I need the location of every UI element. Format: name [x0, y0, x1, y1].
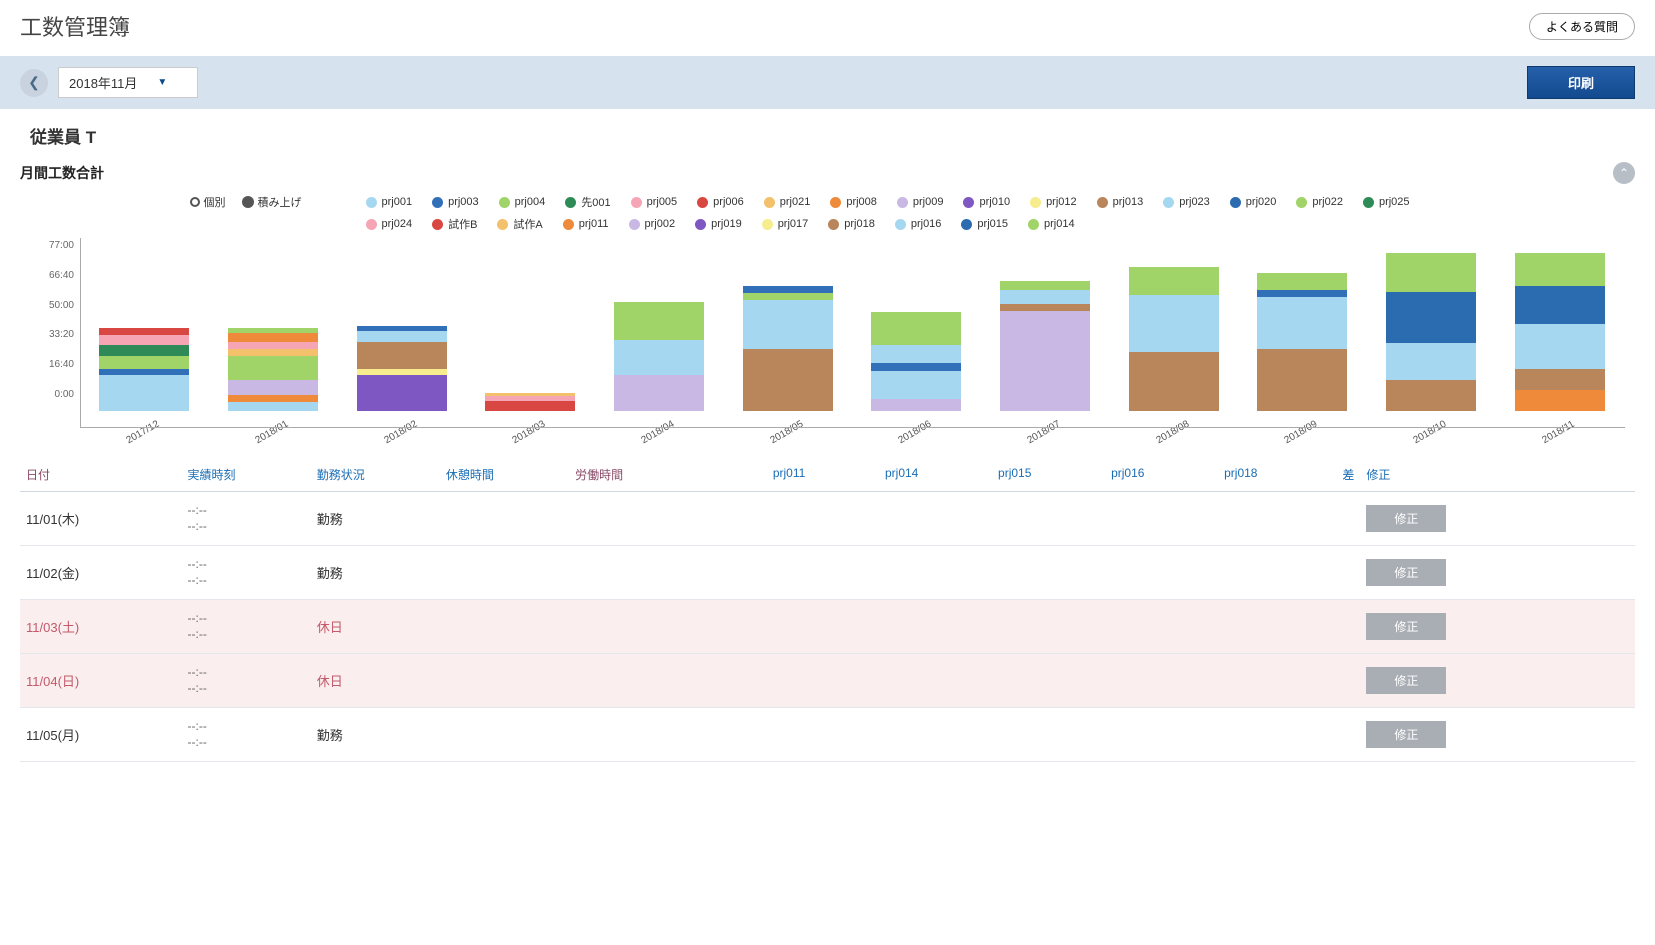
edit-button[interactable]: 修正 — [1366, 505, 1446, 532]
legend-item[interactable]: 試作B — [432, 216, 477, 232]
edit-button[interactable]: 修正 — [1366, 559, 1446, 586]
chart-bar[interactable]: 2018/03 — [475, 393, 586, 428]
chevron-up-icon: ⌃ — [1619, 166, 1629, 180]
legend-item[interactable]: prj006 — [697, 194, 744, 210]
chevron-left-icon: ❮ — [28, 74, 40, 91]
legend-item[interactable]: prj021 — [764, 194, 811, 210]
chart-section-header: 月間工数合計 ⌃ — [0, 154, 1655, 184]
chart-mode-toggle[interactable]: 個別 積み上げ — [190, 194, 302, 210]
legend-item[interactable]: prj017 — [762, 216, 809, 232]
chart-bar[interactable]: 2018/11 — [1504, 253, 1615, 428]
legend-item[interactable]: prj016 — [895, 216, 942, 232]
page-header: 工数管理簿 よくある質問 — [0, 0, 1655, 56]
employee-name: 従業員 T — [0, 109, 1655, 154]
chart-yaxis: 77:0066:4050:0033:2016:400:00 — [30, 238, 80, 428]
legend-item[interactable]: prj002 — [629, 216, 676, 232]
legend-item[interactable]: prj024 — [366, 216, 413, 232]
legend-item[interactable]: prj020 — [1230, 194, 1277, 210]
legend-item[interactable]: prj023 — [1163, 194, 1210, 210]
legend-item[interactable]: prj018 — [828, 216, 875, 232]
table-row: 11/01(木)--:----:--勤務修正 — [20, 492, 1635, 546]
circle-filled-icon — [242, 196, 254, 208]
chart-title: 月間工数合計 — [20, 163, 104, 183]
legend-item[interactable]: prj008 — [830, 194, 877, 210]
chart-bar[interactable]: 2017/12 — [89, 328, 200, 428]
chevron-down-icon: ▼ — [157, 77, 167, 88]
edit-button[interactable]: 修正 — [1366, 667, 1446, 694]
legend-item[interactable]: 先001 — [565, 194, 610, 210]
collapse-chart-button[interactable]: ⌃ — [1613, 162, 1635, 184]
legend-item[interactable]: prj004 — [499, 194, 546, 210]
legend-item[interactable]: prj009 — [897, 194, 944, 210]
table-row: 11/05(月)--:----:--勤務修正 — [20, 708, 1635, 762]
legend-item[interactable]: prj010 — [963, 194, 1010, 210]
table-header: 日付 実績時刻 勤務状況 休憩時間 労働時間 prj011 prj014 prj… — [20, 458, 1635, 492]
table-row: 11/04(日)--:----:--休日修正 — [20, 654, 1635, 708]
table-row: 11/02(金)--:----:--勤務修正 — [20, 546, 1635, 600]
legend-item[interactable]: prj003 — [432, 194, 479, 210]
chart-bar[interactable]: 2018/05 — [732, 286, 843, 428]
month-select[interactable]: 2018年11月 ▼ — [58, 67, 198, 98]
legend-item[interactable]: prj001 — [366, 194, 413, 210]
edit-button[interactable]: 修正 — [1366, 721, 1446, 748]
legend-item[interactable]: prj025 — [1363, 194, 1410, 210]
toolbar: ❮ 2018年11月 ▼ 印刷 — [0, 56, 1655, 109]
chart-container: 個別 積み上げ prj001prj003prj004先001prj005prj0… — [0, 184, 1655, 448]
legend-item[interactable]: prj012 — [1030, 194, 1077, 210]
legend-item[interactable]: prj005 — [631, 194, 678, 210]
faq-button[interactable]: よくある質問 — [1529, 13, 1635, 40]
print-button[interactable]: 印刷 — [1527, 66, 1635, 99]
prev-month-button[interactable]: ❮ — [20, 69, 48, 97]
chart-bar[interactable]: 2018/07 — [990, 281, 1101, 428]
time-table: 日付 実績時刻 勤務状況 休憩時間 労働時間 prj011 prj014 prj… — [0, 448, 1655, 792]
edit-button[interactable]: 修正 — [1366, 613, 1446, 640]
legend-item[interactable]: prj011 — [563, 216, 609, 232]
circle-outline-icon — [190, 197, 200, 207]
chart-bar[interactable]: 2018/09 — [1247, 273, 1358, 429]
chart-bar[interactable]: 2018/01 — [218, 328, 329, 428]
legend-item[interactable]: 試作A — [497, 216, 542, 232]
legend-item[interactable]: prj019 — [695, 216, 742, 232]
legend-item[interactable]: prj022 — [1296, 194, 1343, 210]
table-row: 11/03(土)--:----:--休日修正 — [20, 600, 1635, 654]
page-title: 工数管理簿 — [20, 10, 130, 42]
chart-bar[interactable]: 2018/10 — [1376, 253, 1487, 428]
chart-bar[interactable]: 2018/06 — [861, 312, 972, 428]
chart-legend: prj001 prj003 prj004 先001 prj005 prj006 prj021… — [366, 194, 1466, 232]
chart-bar[interactable]: 2018/04 — [604, 302, 715, 428]
month-select-value: 2018年11月 — [69, 73, 137, 92]
legend-item[interactable]: prj013 — [1097, 194, 1144, 210]
legend-item[interactable]: prj014 — [1028, 216, 1075, 232]
chart-bar[interactable]: 2018/02 — [346, 326, 457, 428]
chart-bar[interactable]: 2018/08 — [1118, 267, 1229, 428]
legend-item[interactable]: prj015 — [961, 216, 1008, 232]
chart-plot: 77:0066:4050:0033:2016:400:00 2017/12201… — [30, 238, 1625, 428]
